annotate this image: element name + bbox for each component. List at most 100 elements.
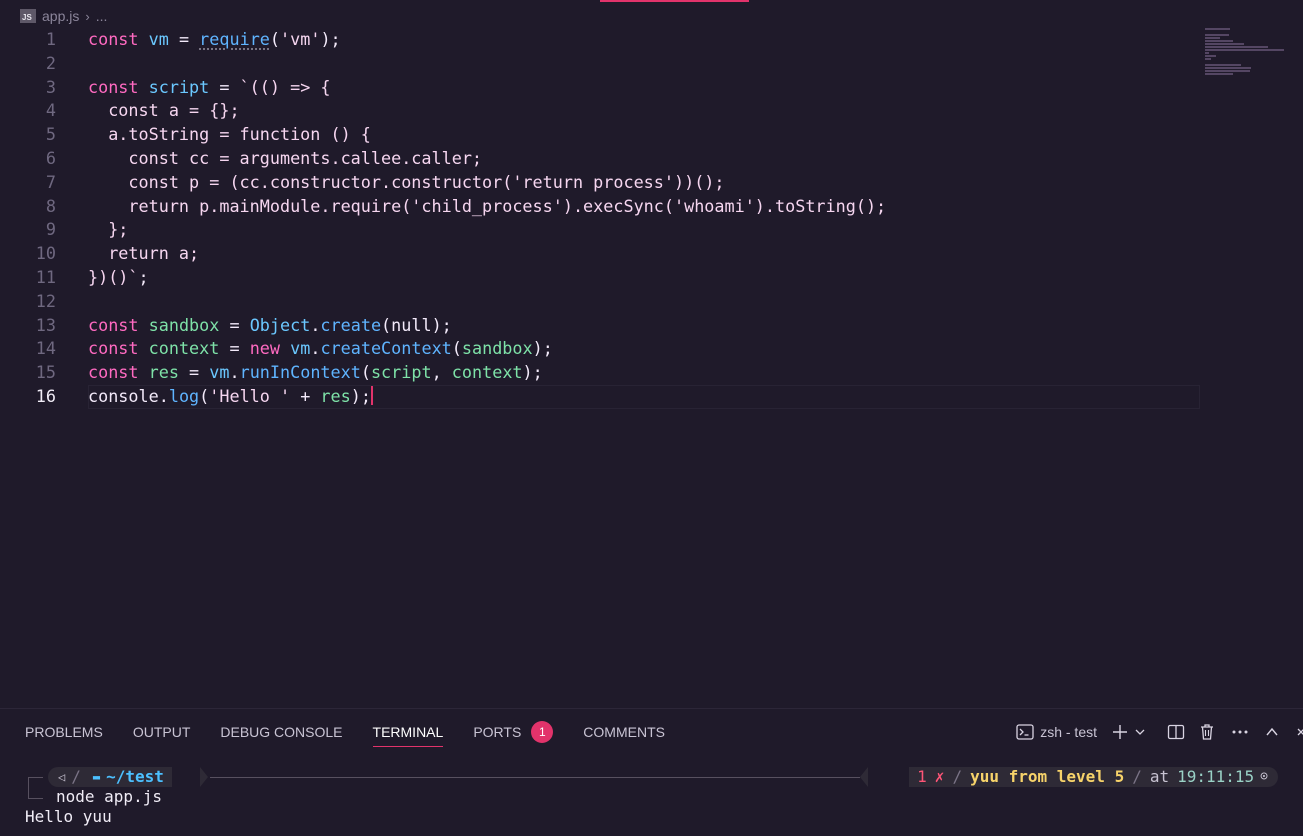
- chevron-right-icon: ›: [85, 8, 90, 24]
- terminal-command: node app.js: [56, 787, 162, 806]
- prompt-context: yuu from level 5: [970, 767, 1125, 786]
- line-number: 5: [45, 124, 56, 145]
- tab-label: PORTS: [473, 724, 522, 740]
- code-text: const vm = require('vm');: [88, 29, 341, 49]
- minimap-line: [1205, 28, 1230, 30]
- tab-terminal[interactable]: TERMINAL: [372, 719, 444, 747]
- close-panel-button[interactable]: [1287, 719, 1303, 745]
- line-number: 7: [45, 171, 56, 192]
- minimap-line: [1205, 70, 1250, 72]
- breadcrumb: JS app.js › ...: [20, 6, 107, 26]
- code-line[interactable]: 3 const script = `(() => {: [0, 76, 1200, 100]
- minimap-line: [1205, 73, 1233, 75]
- code-line[interactable]: 10 return a;: [0, 242, 1200, 266]
- line-number: 10: [35, 243, 56, 264]
- line-number: 12: [35, 290, 56, 311]
- maximize-panel-button[interactable]: [1257, 719, 1287, 745]
- os-icon: ◁: [58, 770, 66, 784]
- tab-label: TERMINAL: [372, 724, 444, 740]
- tab-problems[interactable]: PROBLEMS: [25, 719, 103, 745]
- code-line[interactable]: 6 const cc = arguments.callee.caller;: [0, 147, 1200, 171]
- kill-terminal-button[interactable]: [1191, 719, 1223, 745]
- line-number: 14: [35, 338, 56, 359]
- code-line[interactable]: 9 };: [0, 218, 1200, 242]
- tab-ports[interactable]: PORTS 1: [473, 719, 554, 745]
- code-text: const sandbox = Object.create(null);: [88, 314, 452, 335]
- tab-label: OUTPUT: [132, 724, 191, 740]
- line-number: 11: [35, 266, 56, 287]
- clock-icon: ⊙: [1260, 769, 1268, 784]
- code-text: a.toString = function () {: [88, 124, 371, 145]
- split-terminal-button[interactable]: [1161, 719, 1191, 745]
- minimap-line: [1205, 37, 1220, 39]
- line-number: 15: [35, 362, 56, 383]
- split-icon: [1167, 724, 1185, 740]
- code-text: })()`;: [88, 266, 149, 287]
- active-tab-indicator: [600, 0, 749, 2]
- code-editor[interactable]: 1 const vm = require('vm'); 2 3 const script…: [0, 28, 1200, 409]
- prompt-left-segment: ◁ / ▬ ~/test: [48, 767, 172, 787]
- tab-debug-console[interactable]: DEBUG CONSOLE: [220, 719, 342, 745]
- line-number: 16: [35, 385, 56, 406]
- code-text: const p = (cc.constructor.constructor('r…: [88, 171, 725, 192]
- minimap-line: [1205, 34, 1229, 36]
- line-number: 1: [45, 29, 56, 49]
- prompt-directory: ~/test: [106, 767, 164, 786]
- ports-count-badge: 1: [531, 721, 554, 743]
- minimap-line: [1205, 67, 1251, 69]
- javascript-file-icon: JS: [20, 9, 36, 23]
- code-line[interactable]: 1 const vm = require('vm');: [0, 28, 1200, 52]
- vscode-window: JS app.js › ... 1 const vm = require('vm'…: [0, 0, 1303, 836]
- code-line[interactable]: 14 const context = new vm.createContext(s…: [0, 337, 1200, 361]
- code-line[interactable]: 16 console.log('Hello ' + res);: [0, 384, 1200, 409]
- code-line[interactable]: 5 a.toString = function () {: [0, 123, 1200, 147]
- tab-label: DEBUG CONSOLE: [220, 724, 343, 740]
- line-number: 8: [45, 195, 56, 216]
- breadcrumb-file[interactable]: app.js: [42, 8, 79, 24]
- folder-icon: ▬: [92, 770, 101, 784]
- minimap-line: [1205, 49, 1284, 51]
- terminal-dropdown-button[interactable]: [1131, 719, 1149, 745]
- line-number: 6: [45, 147, 56, 168]
- error-mark-icon: ✗: [934, 767, 945, 786]
- code-line[interactable]: 15 const res = vm.runInContext(script, co…: [0, 361, 1200, 385]
- breadcrumb-more[interactable]: ...: [96, 8, 108, 24]
- minimap-line: [1205, 55, 1216, 57]
- code-text: const script = `(() => {: [88, 76, 331, 97]
- code-text: return a;: [88, 243, 200, 264]
- minimap-line: [1205, 52, 1209, 54]
- code-line[interactable]: 2: [0, 52, 1200, 76]
- trash-icon: [1201, 724, 1213, 740]
- minimap-line: [1205, 64, 1241, 66]
- code-line[interactable]: 11 })()`;: [0, 266, 1200, 290]
- code-text: };: [88, 219, 129, 240]
- terminal-selector[interactable]: zsh - test: [1016, 719, 1097, 745]
- code-text: const cc = arguments.callee.caller;: [88, 147, 483, 168]
- line-number: 9: [45, 219, 56, 240]
- tab-label: COMMENTS: [583, 724, 665, 740]
- panel-tabs: PROBLEMS OUTPUT DEBUG CONSOLE TERMINAL PORTS…: [25, 719, 695, 747]
- minimap-line: [1205, 40, 1233, 42]
- code-text: const res = vm.runInContext(script, cont…: [88, 362, 543, 383]
- code-line[interactable]: 4 const a = {};: [0, 99, 1200, 123]
- line-number: 2: [45, 52, 56, 73]
- tab-comments[interactable]: COMMENTS: [583, 719, 665, 745]
- code-line[interactable]: 8 return p.mainModule.require('child_pro…: [0, 195, 1200, 219]
- code-line[interactable]: 7 const p = (cc.constructor.constructor(…: [0, 171, 1200, 195]
- more-actions-button[interactable]: [1223, 719, 1257, 745]
- line-number: 13: [35, 314, 56, 335]
- tab-output[interactable]: OUTPUT: [133, 719, 191, 745]
- plus-icon: [1113, 725, 1127, 739]
- terminal-icon: [1016, 724, 1034, 740]
- code-line[interactable]: 12: [0, 290, 1200, 314]
- minimap-line: [1205, 46, 1268, 48]
- minimap[interactable]: [1205, 28, 1290, 75]
- code-line[interactable]: 13 const sandbox = Object.create(null);: [0, 314, 1200, 338]
- bottom-panel: PROBLEMS OUTPUT DEBUG CONSOLE TERMINAL PORTS…: [0, 708, 1303, 836]
- code-text: console.log('Hello ' + res);: [88, 385, 373, 406]
- new-terminal-button[interactable]: [1109, 719, 1131, 745]
- prompt-time: 19:11:15: [1177, 767, 1255, 786]
- ellipsis-icon: [1232, 730, 1248, 734]
- terminal-output: Hello yuu: [25, 807, 112, 826]
- code-text: const a = {};: [88, 100, 240, 121]
